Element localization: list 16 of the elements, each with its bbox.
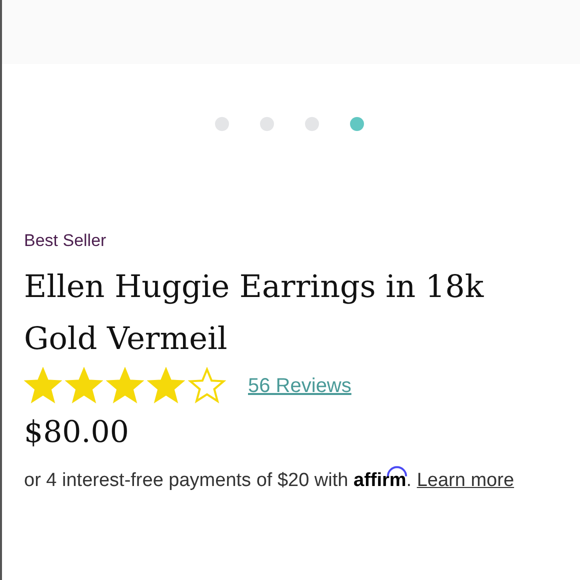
filled-star-icon [24, 367, 62, 405]
price: $80.00 [24, 415, 130, 450]
carousel-dot[interactable] [214, 117, 228, 131]
affirm-logo: affirm [354, 466, 406, 496]
filled-star-icon [147, 367, 185, 405]
carousel-dot[interactable] [260, 117, 274, 131]
period: . [406, 470, 412, 491]
filled-star-icon [65, 367, 103, 405]
carousel-dot[interactable] [350, 117, 364, 131]
best-seller-label: Best Seller [24, 231, 108, 251]
filled-star-icon [106, 367, 144, 405]
empty-star-icon [188, 367, 226, 405]
product-title: Ellen Huggie Earrings in 18k Gold Vermeil [24, 268, 485, 359]
carousel-dot[interactable] [304, 117, 318, 131]
financing-text: or 4 interest-free payments of $20 with [24, 470, 348, 491]
learn-more-link[interactable]: Learn more [416, 470, 514, 491]
